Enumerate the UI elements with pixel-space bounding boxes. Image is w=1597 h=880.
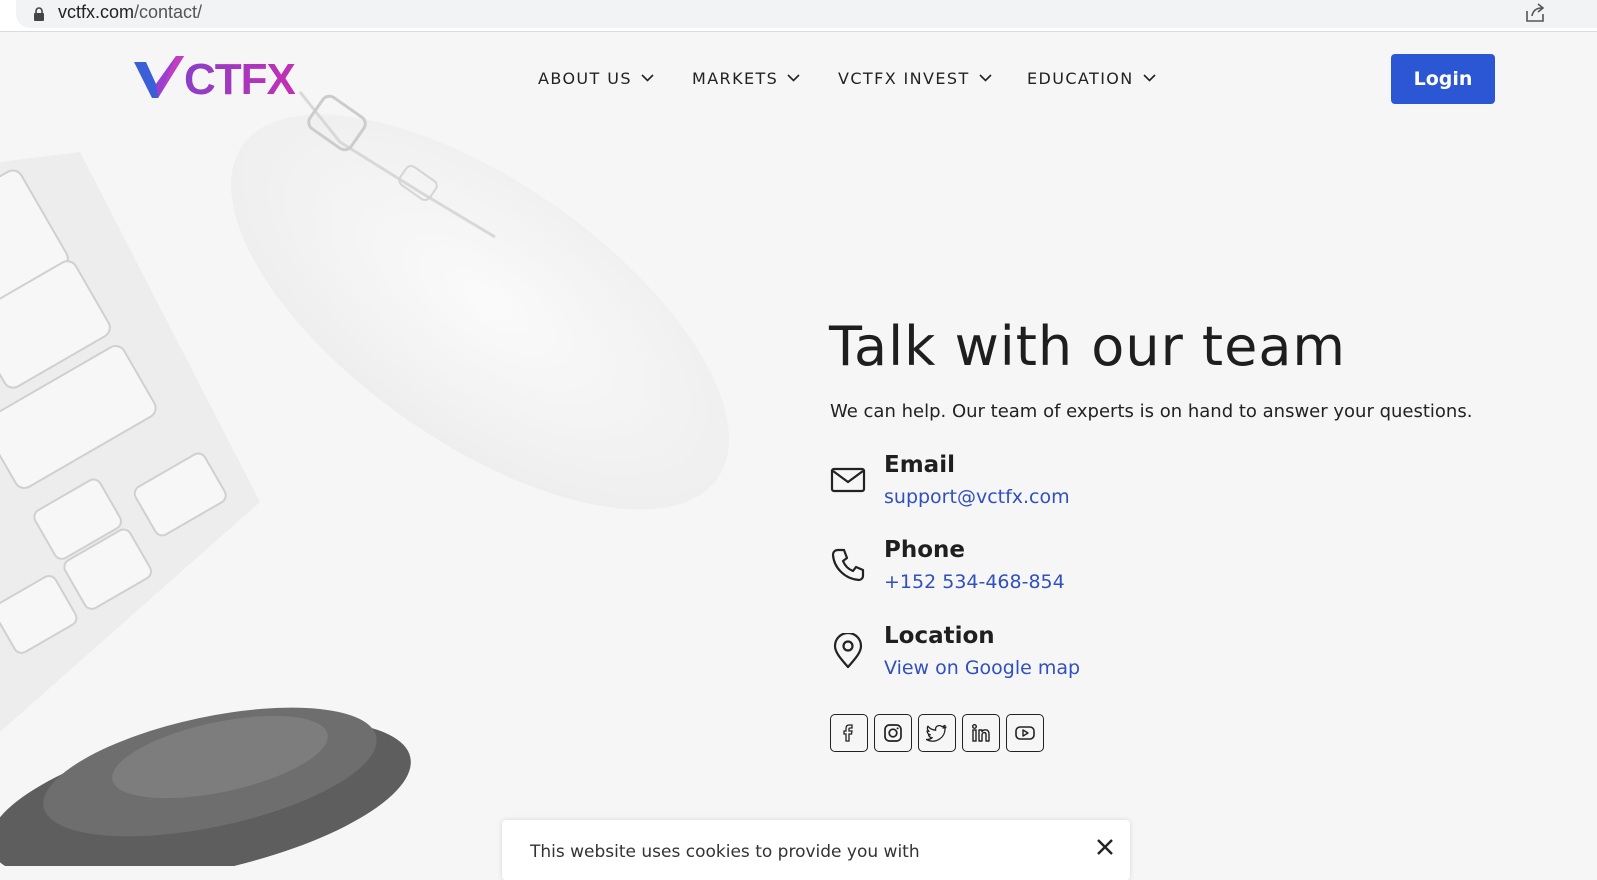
cookie-banner: This website uses cookies to provide you…	[502, 820, 1130, 880]
url-text[interactable]: vctfx.com/contact/	[58, 1, 202, 23]
location-label: Location	[884, 623, 995, 649]
facebook-button[interactable]	[830, 714, 868, 752]
google-map-link[interactable]: View on Google map	[884, 655, 1080, 681]
mail-icon	[830, 467, 866, 493]
nav-about-us-label: ABOUT US	[538, 68, 632, 88]
share-icon[interactable]	[1524, 3, 1546, 23]
address-bar[interactable]	[16, 0, 1597, 28]
page-title: Talk with our team	[829, 315, 1347, 378]
chevron-down-icon	[1143, 74, 1156, 82]
youtube-icon	[1015, 726, 1035, 740]
vctfx-logo[interactable]: CTFX	[132, 54, 312, 104]
nav-education-label: EDUCATION	[1027, 68, 1134, 88]
linkedin-icon	[972, 724, 990, 742]
youtube-button[interactable]	[1006, 714, 1044, 752]
lock-icon	[34, 7, 44, 21]
twitter-icon	[926, 724, 947, 742]
page-subtitle: We can help. Our team of experts is on h…	[830, 401, 1473, 422]
instagram-icon	[884, 724, 902, 742]
linkedin-button[interactable]	[962, 714, 1000, 752]
chevron-down-icon	[787, 74, 800, 82]
logo-v-mark-icon	[134, 56, 184, 98]
facebook-icon	[843, 724, 853, 742]
chevron-down-icon	[641, 74, 654, 82]
nav-about-us[interactable]: ABOUT US	[538, 66, 654, 90]
url-domain: vctfx.com	[58, 2, 135, 22]
contact-phone: Phone +152 534-468-854	[830, 535, 1330, 599]
nav-vctfx-invest-label: VCTFX INVEST	[838, 68, 970, 88]
email-label: Email	[884, 452, 955, 478]
nav-vctfx-invest[interactable]: VCTFX INVEST	[838, 66, 992, 90]
url-path: /contact/	[134, 2, 203, 22]
browser-toolbar: vctfx.com/contact/	[0, 0, 1597, 32]
email-link[interactable]: support@vctfx.com	[884, 484, 1070, 510]
nav-markets[interactable]: MARKETS	[692, 66, 800, 90]
twitter-button[interactable]	[918, 714, 956, 752]
close-icon[interactable]	[1094, 836, 1116, 858]
logo-text: CTFX	[184, 55, 296, 104]
contact-email: Email support@vctfx.com	[830, 450, 1330, 514]
nav-education[interactable]: EDUCATION	[1027, 66, 1156, 90]
phone-label: Phone	[884, 537, 966, 563]
location-pin-icon	[833, 633, 863, 669]
instagram-button[interactable]	[874, 714, 912, 752]
nav-markets-label: MARKETS	[692, 68, 779, 88]
chevron-down-icon	[979, 74, 992, 82]
background-desk-image	[0, 91, 729, 866]
phone-link[interactable]: +152 534-468-854	[884, 569, 1065, 595]
phone-icon	[831, 548, 865, 582]
cookie-banner-text: This website uses cookies to provide you…	[530, 842, 920, 862]
login-button[interactable]: Login	[1391, 54, 1495, 104]
contact-location: Location View on Google map	[830, 621, 1330, 685]
